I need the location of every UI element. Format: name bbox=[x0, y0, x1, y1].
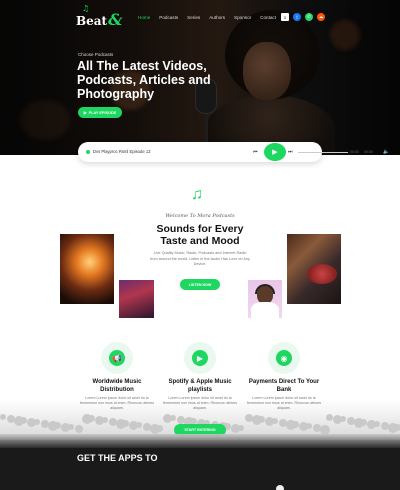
podcast-icon-badge: ◉ bbox=[268, 342, 300, 374]
player-progress-bar[interactable] bbox=[298, 151, 348, 153]
music-list-icon: ♫ bbox=[191, 186, 203, 203]
next-icon[interactable]: ⏭ bbox=[288, 149, 293, 155]
crowd-head bbox=[136, 422, 142, 428]
megaphone-icon: 📢 bbox=[109, 350, 125, 366]
playlist-icon-badge: ▶ bbox=[184, 342, 216, 374]
music-note-icon: ♫ bbox=[82, 3, 90, 13]
soundcloud-icon[interactable]: ☁ bbox=[317, 13, 325, 21]
feature-description: Lorem Lorem ipsum dolor sit amet do la f… bbox=[162, 396, 238, 410]
crowd-head bbox=[340, 416, 346, 422]
logo[interactable]: ♫ Beat& bbox=[76, 3, 123, 29]
singer-photo bbox=[119, 280, 154, 318]
logo-text: Beat bbox=[76, 14, 108, 28]
hero-title: All The Latest Videos, Podcasts, Article… bbox=[77, 59, 211, 101]
feature-title: Payments Direct To Your Bank bbox=[248, 379, 320, 393]
nav-contact[interactable]: Contact bbox=[260, 15, 276, 20]
previous-icon[interactable]: ⏮ bbox=[253, 149, 258, 155]
megaphone-icon-badge: 📢 bbox=[101, 342, 133, 374]
main-menu: Home Podcasts Series Authors Sponsor Con… bbox=[138, 15, 276, 20]
headphones-man-photo bbox=[248, 280, 282, 318]
nav-series[interactable]: Series bbox=[187, 15, 200, 20]
facebook-icon[interactable]: f bbox=[293, 13, 301, 21]
live-dot-icon bbox=[86, 150, 90, 154]
crowd-head bbox=[238, 425, 244, 431]
audio-player: Dvs Playproc Rsml Episode 13 ⏮ ▶ ⏭ 00:00… bbox=[78, 142, 389, 162]
nav-icon-group: ≡ f ✆ ☁ bbox=[281, 13, 325, 21]
crowd-head bbox=[74, 425, 83, 433]
crowd-head bbox=[394, 424, 400, 431]
menu-icon[interactable]: ≡ bbox=[281, 13, 289, 21]
logo-accent: & bbox=[108, 10, 123, 29]
top-nav: ♫ Beat& Home Podcasts Series Authors Spo… bbox=[0, 0, 400, 36]
hero-section: ♫ Beat& Home Podcasts Series Authors Spo… bbox=[0, 0, 400, 155]
crowd-head bbox=[0, 414, 6, 420]
podcast-icon: ◉ bbox=[276, 350, 292, 366]
app-store-icon[interactable] bbox=[276, 485, 284, 490]
section-title: Sounds for Every Taste and Mood bbox=[156, 223, 244, 247]
fire-performer-photo bbox=[60, 234, 114, 304]
feature-description: Lorem Lorem ipsum dolor sit amet do la f… bbox=[246, 396, 322, 410]
nav-sponsor[interactable]: Sponsor bbox=[234, 15, 251, 20]
player-time-total: 00:00 bbox=[364, 150, 373, 154]
apps-title: GET THE APPS TO bbox=[77, 453, 158, 463]
section-description: Live Quality Music, Radio, Podcasts and … bbox=[150, 251, 250, 266]
nav-podcasts[interactable]: Podcasts bbox=[159, 15, 178, 20]
playlist-icon: ▶ bbox=[192, 350, 208, 366]
crowd-head bbox=[170, 415, 176, 421]
hero-kicker: Choose Podcasts bbox=[78, 52, 114, 57]
crowd-head bbox=[306, 423, 312, 429]
nav-authors[interactable]: Authors bbox=[209, 15, 225, 20]
whatsapp-icon[interactable]: ✆ bbox=[305, 13, 313, 21]
crowd-head bbox=[156, 425, 164, 432]
play-episode-label: PLAY EPISODE bbox=[88, 110, 117, 115]
volume-icon[interactable]: 🔈 bbox=[383, 149, 389, 155]
player-track-title: Dvs Playproc Rsml Episode 13 bbox=[93, 149, 151, 154]
crowd-head bbox=[102, 417, 108, 423]
play-episode-button[interactable]: ▶ PLAY EPISODE bbox=[78, 107, 122, 118]
play-icon: ▶ bbox=[83, 111, 87, 115]
feature-title: Worldwide Music Distribution bbox=[92, 379, 142, 393]
welcome-kicker: Welcome To Mora Podcasts bbox=[165, 213, 235, 219]
crowd-head bbox=[272, 418, 278, 424]
crowd-head bbox=[68, 424, 74, 430]
player-time-current: 00:00 bbox=[350, 150, 359, 154]
player-play-button[interactable]: ▶ bbox=[264, 143, 286, 161]
crowd-head bbox=[34, 419, 40, 425]
apps-footer bbox=[0, 434, 400, 490]
feature-description: Lorem Lorem ipsum dolor sit amet do la f… bbox=[79, 396, 155, 410]
headphones-icon bbox=[255, 284, 275, 294]
drummer-photo bbox=[287, 234, 341, 304]
listen-now-button[interactable]: LISTEN NOW bbox=[180, 279, 220, 290]
feature-title: Spotify & Apple Music playlists bbox=[168, 379, 232, 393]
nav-home[interactable]: Home bbox=[138, 15, 150, 20]
crowd-head bbox=[374, 421, 380, 427]
